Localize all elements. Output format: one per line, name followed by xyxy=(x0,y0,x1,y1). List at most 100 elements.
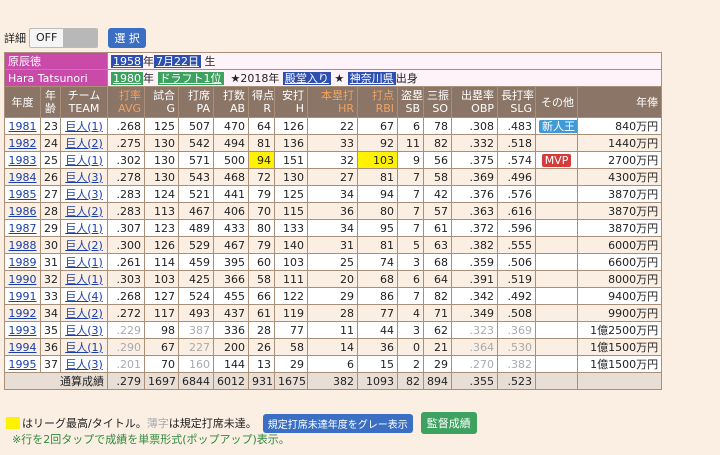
cell-team[interactable]: 巨人(2) xyxy=(59,202,109,220)
cell-year[interactable]: 1985 xyxy=(4,185,41,203)
hof-link[interactable]: 殿堂入り xyxy=(282,71,331,85)
header-ab: 打数 AB xyxy=(213,86,250,118)
season-row[interactable]: 1995 37 巨人(3) .201 70 160 144 13 29 6 15 2 29.270.38… xyxy=(4,355,663,373)
season-row[interactable]: 1985 27 巨人(3) .283 124 521 441 79 125 34 94 7 42.376… xyxy=(4,185,663,203)
cell-team[interactable]: 巨人(3) xyxy=(59,321,109,339)
detail-toggle[interactable]: OFF xyxy=(29,28,99,48)
mvp-badge[interactable]: MVP xyxy=(541,153,572,167)
season-row[interactable]: 1986 28 巨人(2) .283 113 467 406 70 115 36 80 7 57.363… xyxy=(4,202,663,220)
season-row[interactable]: 1993 35 巨人(3) .229 98 387 336 28 77 11 44 3 62.323.3… xyxy=(4,321,663,339)
cell-year[interactable]: 1993 xyxy=(4,321,41,339)
cell-age: 26 xyxy=(40,168,61,186)
season-row[interactable]: 1984 26 巨人(3) .278 130 543 468 72 130 27 81 7 58.369… xyxy=(4,168,663,186)
cell-team[interactable]: 巨人(2) xyxy=(59,134,109,152)
cell-team[interactable]: 巨人(1) xyxy=(59,253,109,271)
cell-pa: 227 xyxy=(178,338,215,356)
season-row[interactable]: 1981 23 巨人(1) .268 125 507 470 64 126 22 67 6 78.308… xyxy=(4,117,663,135)
header-so: 三振 SO xyxy=(423,86,453,118)
cell-year[interactable]: 1983 xyxy=(4,151,41,169)
cell-year[interactable]: 1986 xyxy=(4,202,41,220)
cell-age: 24 xyxy=(40,134,61,152)
season-row[interactable]: 1991 33 巨人(4) .268 127 524 455 66 122 29 86 7 82.342… xyxy=(4,287,663,305)
cell-pa: 467 xyxy=(178,202,215,220)
cell-r: 66 xyxy=(248,287,276,305)
cell-hr: 29 xyxy=(307,287,359,305)
cell-pa: 524 xyxy=(178,287,215,305)
select-button[interactable]: 選 択 xyxy=(108,28,146,48)
cell-team[interactable]: 巨人(4) xyxy=(59,287,109,305)
cell-so: 82 xyxy=(423,134,453,152)
header-label: 年度 xyxy=(11,95,34,109)
draft-year-link[interactable]: 1980 xyxy=(111,71,144,85)
season-row[interactable]: 1994 36 巨人(1) .290 67 227 200 26 58 14 36 0 21.364.5… xyxy=(4,338,663,356)
honor-prefix: ★2018年 xyxy=(230,71,280,85)
season-row[interactable]: 1992 34 巨人(2) .272 117 493 437 61 119 28 77 4 71.349… xyxy=(4,304,663,322)
cell-pa: 542 xyxy=(178,134,215,152)
cell-team[interactable]: 巨人(3) xyxy=(59,355,109,373)
cell-sb: 0 xyxy=(397,338,425,356)
cell-year[interactable]: 1995 xyxy=(4,355,41,373)
cell-other xyxy=(535,219,579,237)
cell-rbi: 67 xyxy=(357,117,399,135)
birth-date-link[interactable]: 7月22日 xyxy=(154,54,202,68)
cell-year[interactable]: 1988 xyxy=(4,236,41,254)
cell-team[interactable]: 巨人(1) xyxy=(59,270,109,288)
header-label: 出塁率 xyxy=(461,89,495,102)
cell-year[interactable]: 1991 xyxy=(4,287,41,305)
header-g: 試合 G xyxy=(144,86,180,118)
cell-obp: .375 xyxy=(451,151,499,169)
cell-salary: 3870万円 xyxy=(577,219,663,237)
cell-hr: 28 xyxy=(307,304,359,322)
cell-team[interactable]: 巨人(1) xyxy=(59,117,109,135)
season-row[interactable]: 1982 24 巨人(2) .275 130 542 494 81 136 33 92 11 82.33… xyxy=(4,134,663,152)
season-row[interactable]: 1990 32 巨人(1) .303 103 425 366 58 111 20 68 6 64.391… xyxy=(4,270,663,288)
cell-salary: 1億2500万円 xyxy=(577,321,663,339)
cell-sb: 7 xyxy=(397,168,425,186)
cell-year[interactable]: 1982 xyxy=(4,134,41,152)
grey-display-toggle-button[interactable]: 規定打席未達年度をグレー表示 xyxy=(262,413,413,433)
cell-team[interactable]: 巨人(1) xyxy=(59,219,109,237)
header-sublabel: 齢 xyxy=(45,102,56,115)
cell-year[interactable]: 1981 xyxy=(4,117,41,135)
season-row[interactable]: 1987 29 巨人(1) .307 123 489 433 80 133 34 95 7 61.372… xyxy=(4,219,663,237)
cell-salary: 6600万円 xyxy=(577,253,663,271)
cell-g: 98 xyxy=(144,321,180,339)
rookie-award-badge[interactable]: 新人王 xyxy=(539,119,577,133)
cell-obp: .372 xyxy=(451,219,499,237)
cell-g: 103 xyxy=(144,270,180,288)
cell-year[interactable]: 1987 xyxy=(4,219,41,237)
cell-ab: 406 xyxy=(213,202,250,220)
cell-year[interactable]: 1989 xyxy=(4,253,41,271)
cell-year[interactable]: 1994 xyxy=(4,338,41,356)
cell-pa: 529 xyxy=(178,236,215,254)
season-row[interactable]: 1989 31 巨人(1) .261 114 459 395 60 103 25 74 3 68.359… xyxy=(4,253,663,271)
cell-team[interactable]: 巨人(3) xyxy=(59,168,109,186)
cell-rbi: 81 xyxy=(357,236,399,254)
cell-team[interactable]: 巨人(1) xyxy=(59,338,109,356)
cell-team[interactable]: 巨人(2) xyxy=(59,236,109,254)
cell-hr: 33 xyxy=(307,134,359,152)
star-icon: ★ xyxy=(334,71,345,85)
total-row[interactable]: 通算成績 .279 1697 6844 6012 931 1675 382 10… xyxy=(3,372,663,390)
top-controls: 詳細 OFF 選 択 xyxy=(4,27,146,49)
cell-hr: 22 xyxy=(307,117,359,135)
birth-year-link[interactable]: 1958 xyxy=(111,54,144,68)
season-row[interactable]: 1988 30 巨人(2) .300 126 529 467 79 140 31 81 5 63.382… xyxy=(4,236,663,254)
cell-team[interactable]: 巨人(1) xyxy=(59,151,109,169)
cell-year[interactable]: 1984 xyxy=(4,168,41,186)
cell-g: 130 xyxy=(144,151,180,169)
cell-year[interactable]: 1990 xyxy=(4,270,41,288)
cell-team[interactable]: 巨人(3) xyxy=(59,185,109,203)
manager-stats-button[interactable]: 監督成績 xyxy=(420,412,477,434)
cell-year[interactable]: 1992 xyxy=(4,304,41,322)
cell-rbi: 92 xyxy=(357,134,399,152)
cell-team[interactable]: 巨人(2) xyxy=(59,304,109,322)
toggle-knob[interactable] xyxy=(63,29,98,47)
season-row[interactable]: 1983 25 巨人(1) .302 130 571 500 94 151 32 103 9 56.37… xyxy=(4,151,663,169)
draft-link[interactable]: ドラフト1位 xyxy=(157,71,224,85)
prefecture-link[interactable]: 神奈川県 xyxy=(347,71,396,85)
cell-so: 63 xyxy=(423,236,453,254)
cell-sb: 4 xyxy=(397,304,425,322)
cell-r: 60 xyxy=(248,253,276,271)
cell-g: 124 xyxy=(144,185,180,203)
